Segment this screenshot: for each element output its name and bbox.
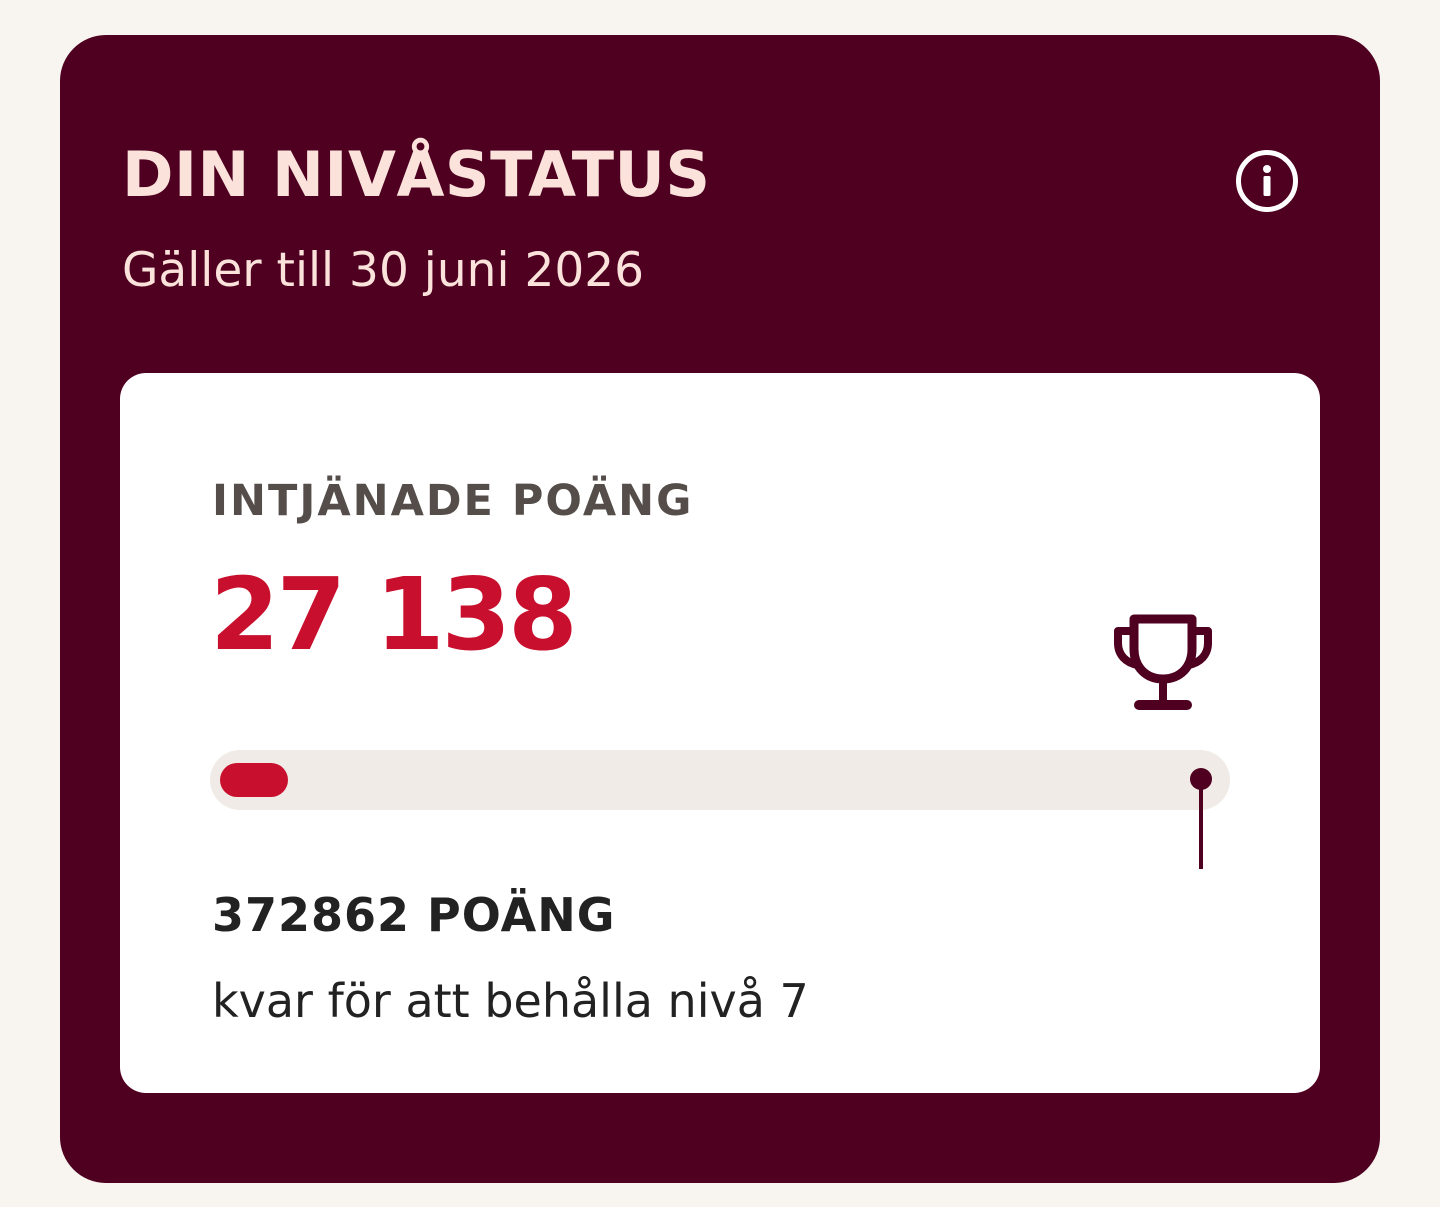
info-button[interactable] (1235, 149, 1299, 213)
info-icon (1235, 149, 1299, 213)
validity-date: Gäller till 30 juni 2026 (122, 243, 645, 298)
remaining-description: kvar för att behålla nivå 7 (212, 974, 809, 1028)
progress-fill (220, 763, 288, 797)
card-title: DIN NIVÅSTATUS (122, 138, 711, 211)
earned-points-label: INTJÄNADE POÄNG (212, 476, 694, 526)
points-panel: INTJÄNADE POÄNG 27 138 372862 POÄNG kvar… (120, 373, 1320, 1093)
goal-marker-icon (1189, 767, 1213, 871)
remaining-points: 372862 POÄNG (212, 888, 616, 942)
level-status-card: DIN NIVÅSTATUS Gäller till 30 juni 2026 … (60, 35, 1380, 1183)
points-progress-bar (210, 750, 1230, 869)
earned-points-value: 27 138 (210, 556, 578, 673)
trophy-icon (1108, 609, 1218, 715)
